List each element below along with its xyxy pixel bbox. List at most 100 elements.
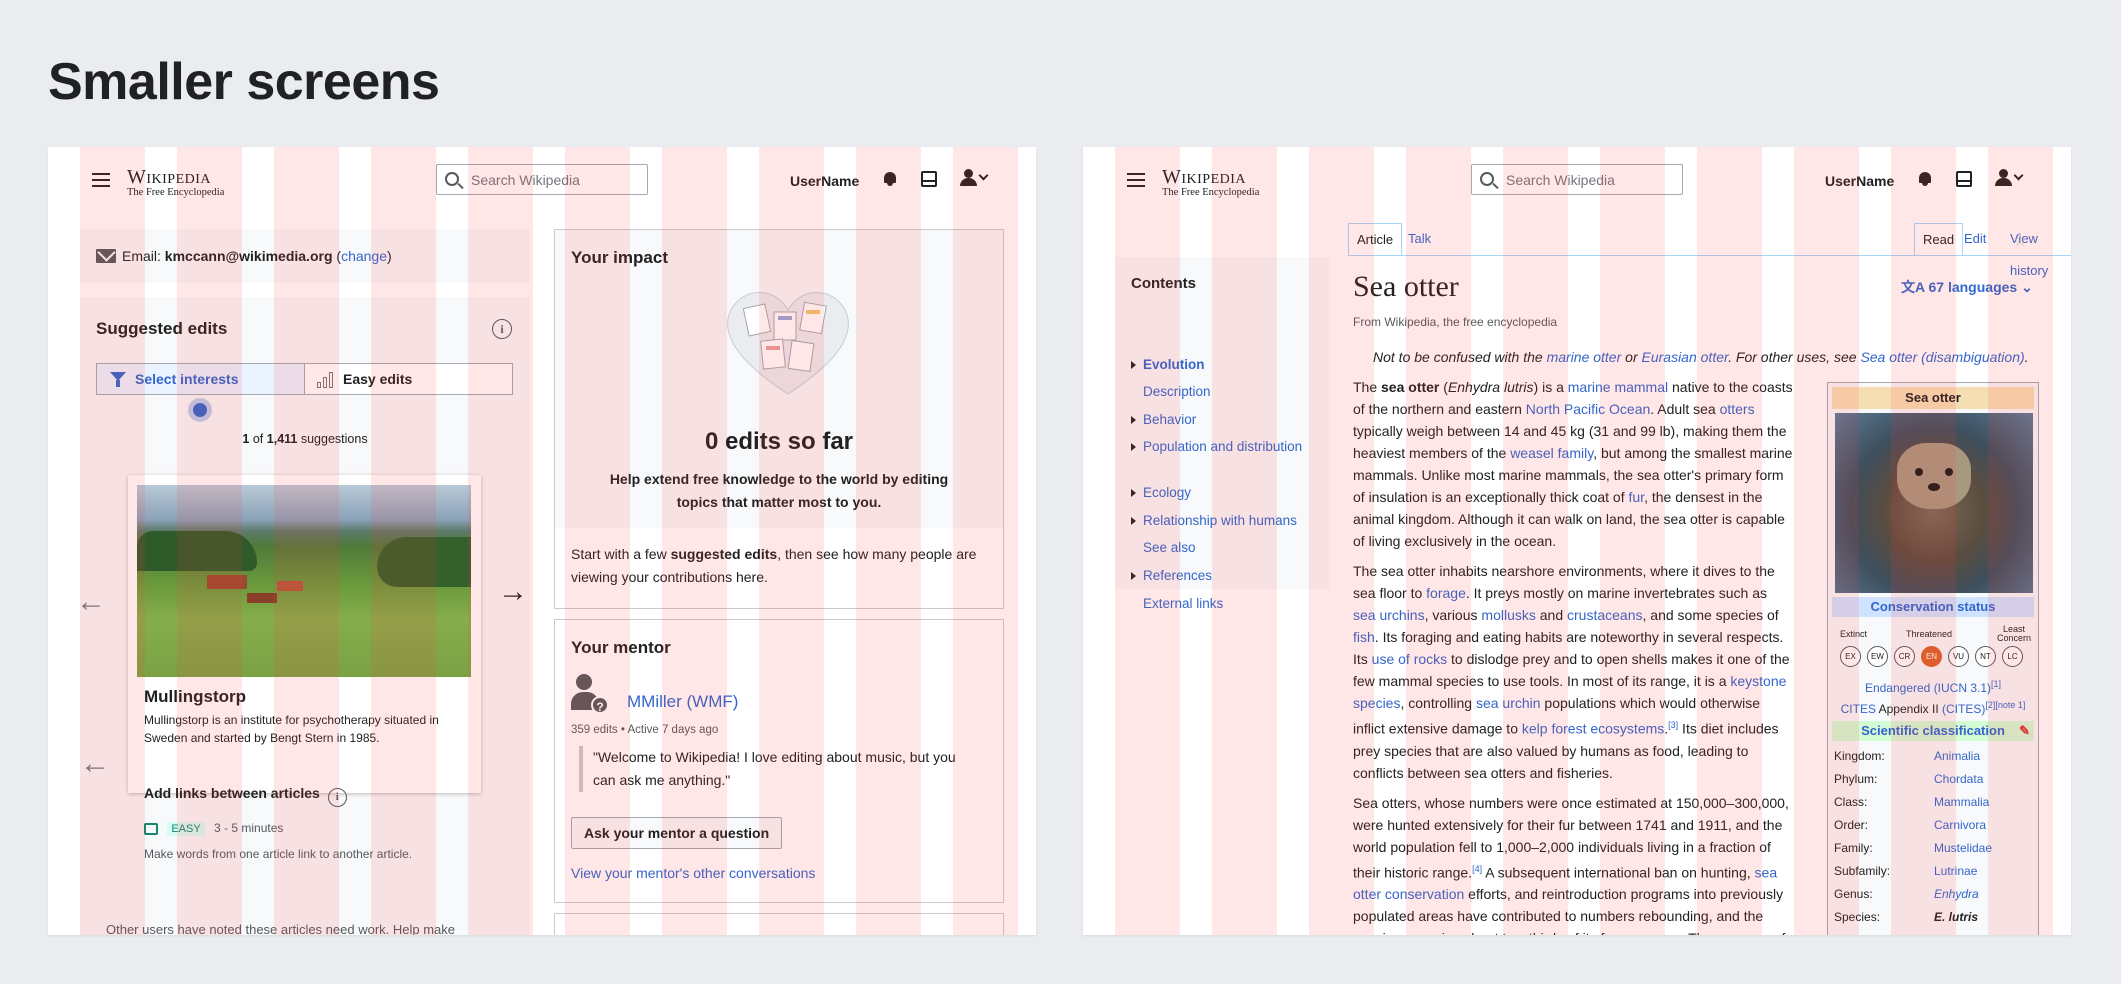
infobox: Sea otter Conservation status Extinct Th…	[1827, 382, 2039, 935]
mentor-name-link[interactable]: MMiller (WMF)	[627, 692, 738, 712]
taxonomy-rank: Subfamily:	[1834, 864, 1891, 878]
taxonomy-value-link[interactable]: Chordata	[1934, 772, 1983, 786]
tab-easy-edits[interactable]: Easy edits	[305, 364, 512, 394]
tab-article[interactable]: Article	[1348, 223, 1403, 255]
status-code-nt: NT	[1975, 646, 1996, 667]
view-mentor-conversations-link[interactable]: View your mentor's other conversations	[571, 865, 815, 881]
previous-arrow-icon[interactable]: ←	[76, 585, 106, 619]
user-menu-icon[interactable]	[960, 169, 990, 187]
username-link[interactable]: UserName	[790, 173, 859, 189]
username-link[interactable]: UserName	[1825, 173, 1894, 189]
taxonomy-value-link[interactable]: Lutrinae	[1934, 864, 1977, 878]
language-selector[interactable]: 文A 67 languages ⌄	[1901, 277, 2033, 297]
task-title: Add links between articles i	[144, 785, 347, 807]
email-change-link[interactable]: change	[341, 248, 387, 264]
toc-item[interactable]: References	[1143, 566, 1313, 586]
logo-wordmark: Wikipedia	[1162, 166, 1247, 188]
article-link[interactable]: forage	[1426, 585, 1466, 601]
toc-item[interactable]: Behavior	[1143, 410, 1313, 430]
info-icon[interactable]: i	[327, 788, 347, 807]
menu-icon[interactable]	[1127, 173, 1145, 187]
article-link[interactable]: keystone species	[1353, 673, 1786, 711]
taxonomy-value-link[interactable]: Enhydra	[1934, 887, 1979, 901]
page-heading: Smaller screens	[48, 53, 440, 111]
bell-icon[interactable]	[1918, 171, 1932, 187]
expand-arrow-icon[interactable]	[1131, 572, 1136, 580]
expand-arrow-icon[interactable]	[1131, 517, 1136, 525]
tab-view-history[interactable]: View history	[2002, 223, 2056, 278]
hatnote-link-marine-otter[interactable]: marine otter	[1547, 349, 1622, 365]
suggestion-card[interactable]: Mullingstorp Mullingstorp is an institut…	[128, 475, 481, 793]
taxonomy-value-link[interactable]: Mammalia	[1934, 795, 1989, 809]
difficulty-badge: EASY	[167, 822, 205, 836]
menu-icon[interactable]	[92, 173, 110, 187]
article-link[interactable]: marine mammal	[1568, 379, 1668, 395]
taxonomy-value-link[interactable]: Animalia	[1934, 749, 1980, 763]
article-link[interactable]: fish	[1353, 629, 1375, 645]
inbox-icon[interactable]	[921, 171, 937, 187]
conservation-status-header: Conservation status	[1832, 597, 2034, 617]
difficulty-bars-icon	[317, 372, 335, 388]
inbox-icon[interactable]	[1956, 171, 1972, 187]
article-link[interactable]: North Pacific Ocean	[1526, 401, 1651, 417]
search-input[interactable]: Search Wikipedia	[436, 164, 648, 195]
endangered-link[interactable]: Endangered	[1865, 681, 1930, 695]
sea-otter-image[interactable]	[1835, 413, 2033, 593]
suggested-edits-title: Suggested edits	[96, 319, 228, 338]
logo-tagline: The Free Encyclopedia	[127, 187, 225, 198]
chevron-down-icon: ⌄	[2021, 279, 2033, 295]
search-placeholder: Search Wikipedia	[471, 172, 580, 188]
tab-edit[interactable]: Edit	[1956, 223, 1994, 255]
search-placeholder: Search Wikipedia	[1506, 172, 1615, 188]
toc-item[interactable]: Description	[1143, 382, 1313, 402]
hatnote-link-disambiguation[interactable]: Sea otter (disambiguation)	[1860, 349, 2024, 365]
article-link[interactable]: sea urchin	[1476, 695, 1541, 711]
wikipedia-logo[interactable]: Wikipedia The Free Encyclopedia	[127, 167, 224, 199]
user-menu-icon[interactable]	[1995, 169, 2025, 187]
toc-item[interactable]: Evolution	[1143, 355, 1313, 375]
toc-item[interactable]: Population and distribution	[1143, 437, 1313, 457]
article-link[interactable]: mollusks	[1481, 607, 1535, 623]
wikipedia-logo[interactable]: Wikipedia The Free Encyclopedia	[1162, 167, 1259, 199]
watch-star-icon[interactable]: ☆	[2013, 231, 2027, 251]
article-link[interactable]: use of rocks	[1372, 651, 1447, 667]
expand-arrow-icon[interactable]	[1131, 416, 1136, 424]
easy-task-icon	[144, 822, 158, 835]
expand-arrow-icon[interactable]	[1131, 361, 1136, 369]
toc-item[interactable]: Ecology	[1143, 483, 1313, 503]
status-code-cr: CR	[1894, 646, 1915, 667]
edit-pencil-icon[interactable]: ✎	[2019, 721, 2030, 741]
previous-arrow-icon[interactable]: ←	[80, 747, 110, 781]
article-link[interactable]: [4]	[1472, 864, 1482, 874]
article-link[interactable]: otters	[1720, 401, 1755, 417]
article-link[interactable]: weasel family	[1510, 445, 1593, 461]
taxonomy-value-link[interactable]: Carnivora	[1934, 818, 1986, 832]
article-link[interactable]: sea otter conservation	[1353, 864, 1777, 902]
bell-icon[interactable]	[883, 171, 897, 187]
next-arrow-icon[interactable]: →	[498, 575, 528, 609]
article-tagline: From Wikipedia, the free encyclopedia	[1353, 315, 1558, 329]
toc-item[interactable]: See also	[1143, 538, 1313, 558]
tab-talk[interactable]: Talk	[1400, 223, 1439, 255]
suggested-edits-module: Suggested edits i Select interests Easy …	[80, 297, 530, 935]
expand-arrow-icon[interactable]	[1131, 443, 1136, 451]
article-paragraph: Sea otters, whose numbers were once esti…	[1353, 794, 1789, 935]
toc-item[interactable]: External links	[1143, 594, 1313, 614]
taxonomy-rank: Species:	[1834, 910, 1881, 924]
taxonomy-value-link[interactable]: E. lutris	[1934, 910, 1978, 924]
task-meta: EASY 3 - 5 minutes	[144, 821, 283, 836]
hatnote-link-eurasian-otter[interactable]: Eurasian otter	[1642, 349, 1729, 365]
expand-arrow-icon[interactable]	[1131, 489, 1136, 497]
taxonomy-value-link[interactable]: Mustelidae	[1934, 841, 1992, 855]
toc-item[interactable]: Relationship with humans	[1143, 511, 1313, 531]
ask-mentor-button[interactable]: Ask your mentor a question	[571, 817, 783, 849]
article-link[interactable]: sea urchins	[1353, 607, 1425, 623]
article-link[interactable]: kelp forest ecosystems	[1522, 721, 1664, 737]
tab-select-interests[interactable]: Select interests	[97, 364, 305, 394]
status-code-lc: LC	[2002, 646, 2023, 667]
search-input[interactable]: Search Wikipedia	[1471, 164, 1683, 195]
article-link[interactable]: fur	[1629, 489, 1645, 505]
article-link[interactable]: crustaceans	[1567, 607, 1642, 623]
article-link[interactable]: [3]	[1668, 720, 1678, 730]
info-icon[interactable]: i	[492, 319, 512, 339]
